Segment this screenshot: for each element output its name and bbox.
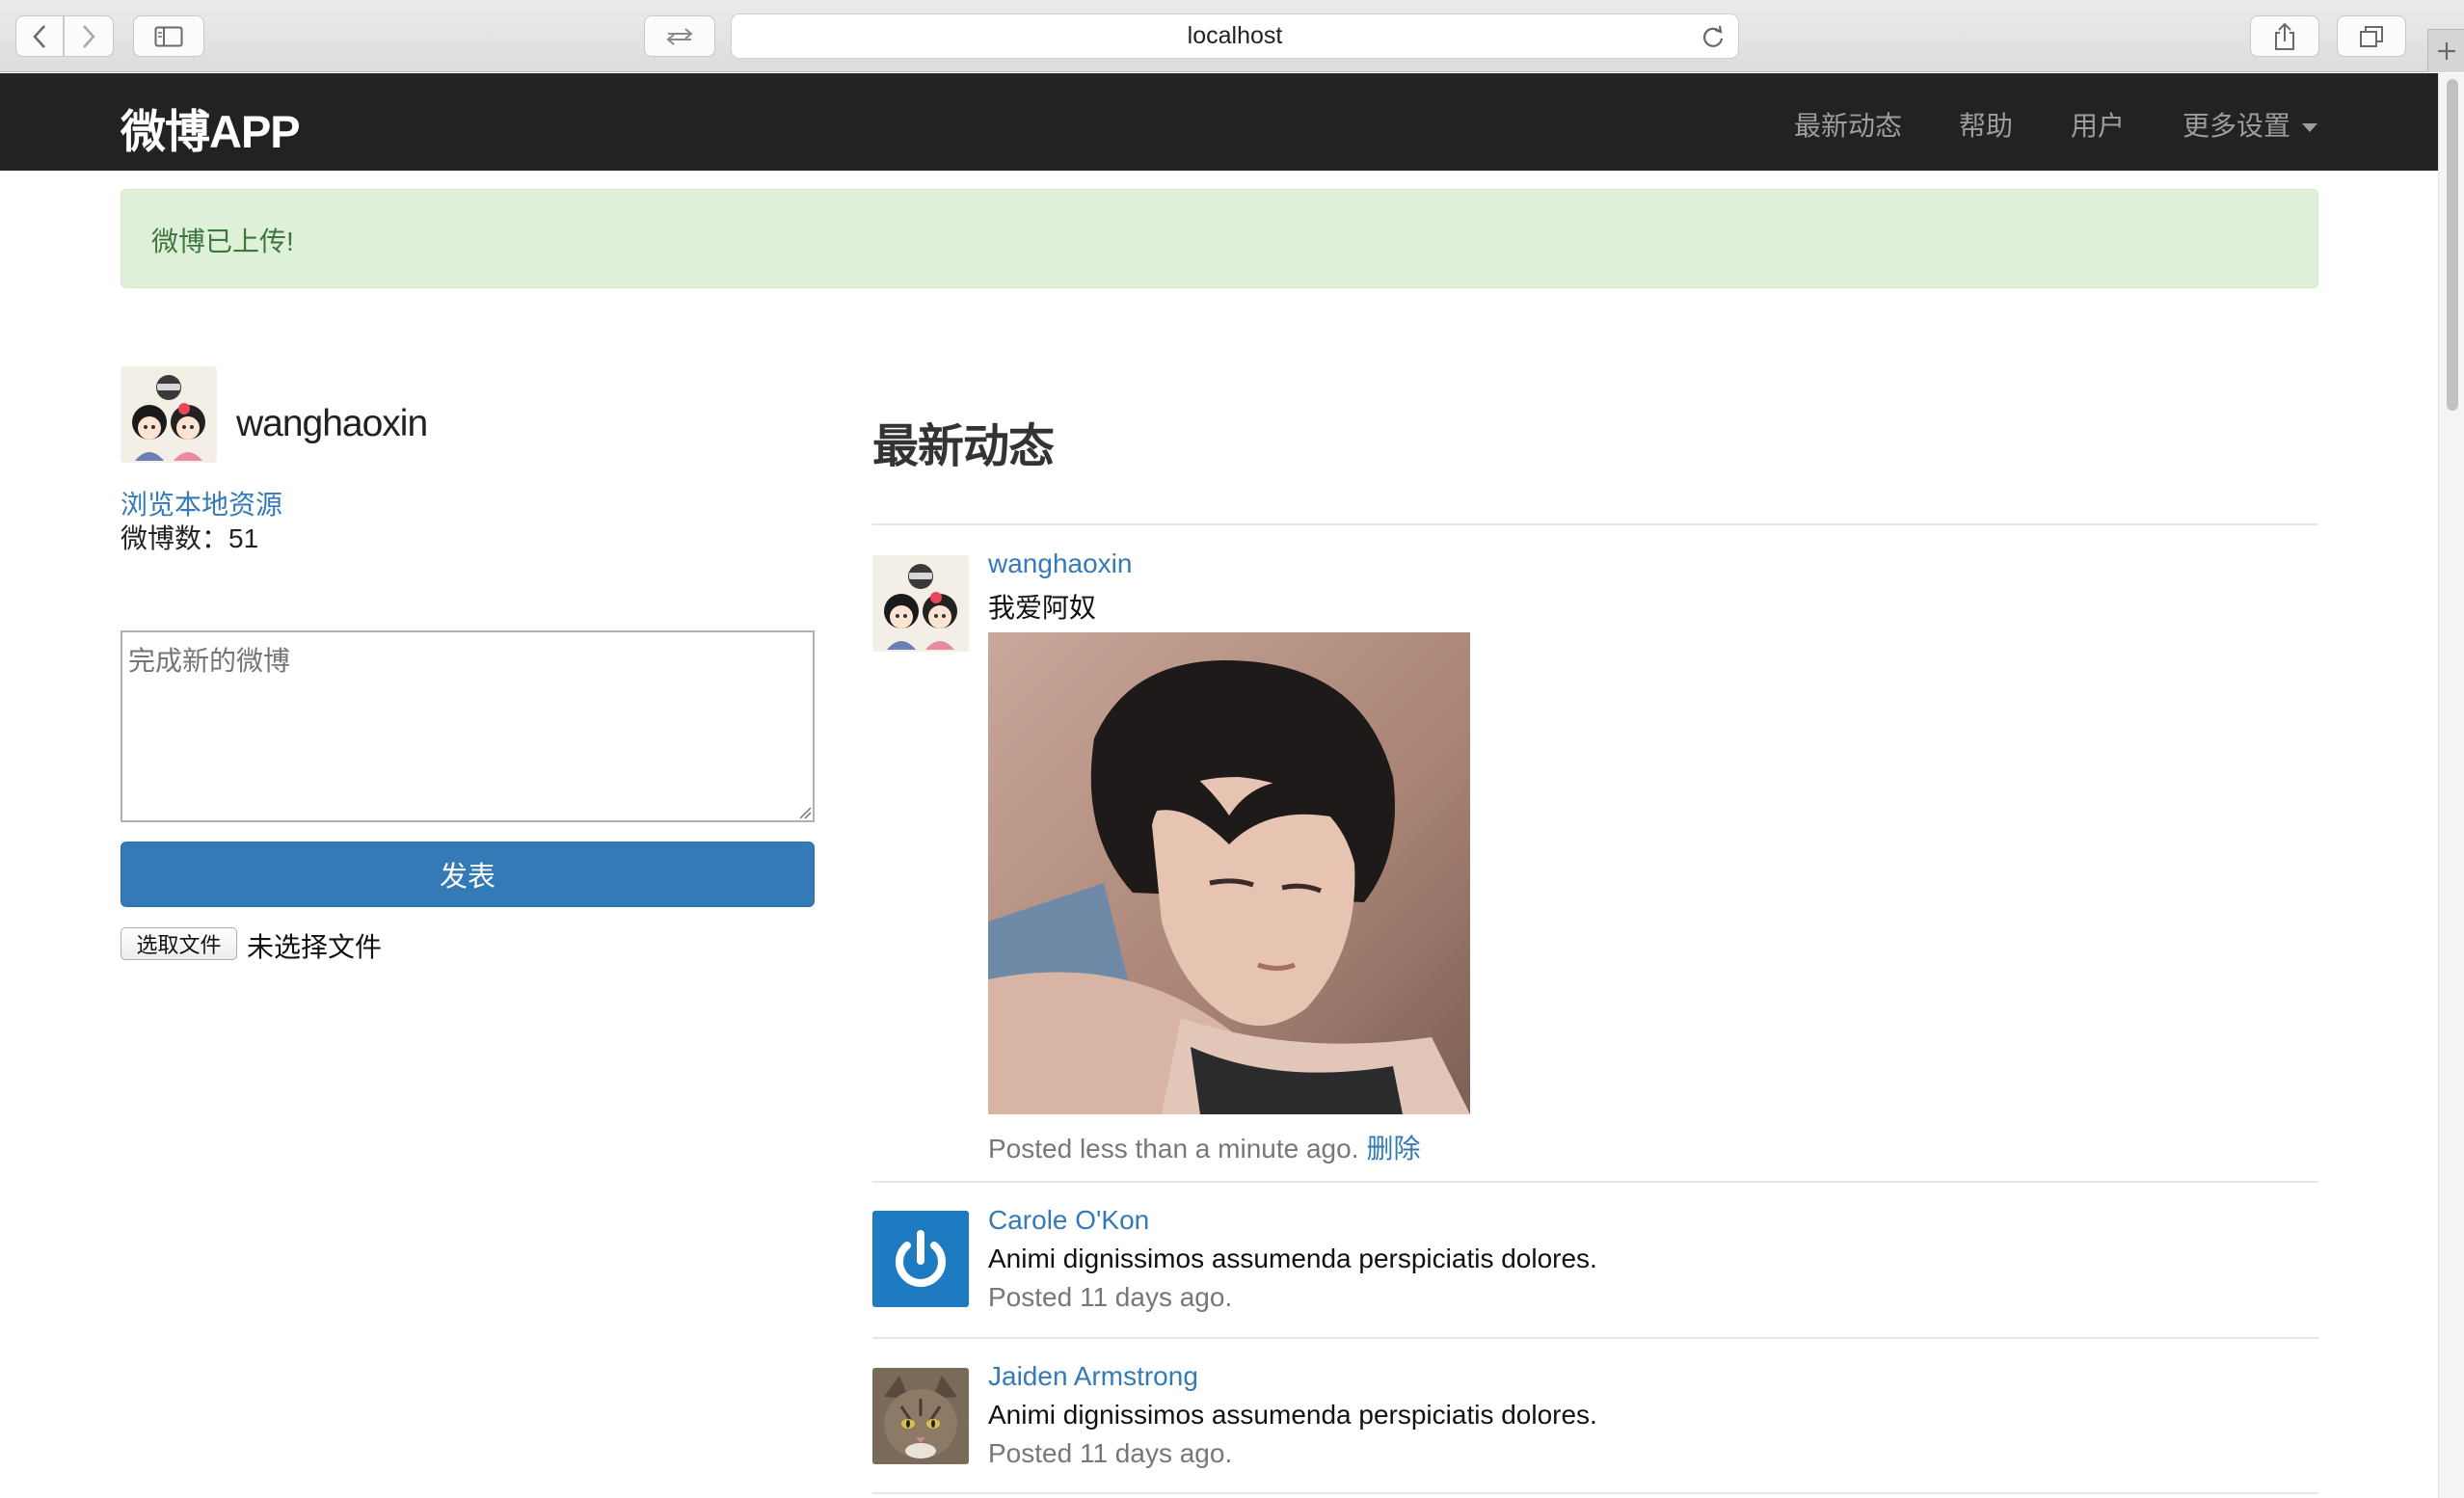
- post-username-link[interactable]: Jaiden Armstrong: [988, 1361, 1198, 1392]
- post-divider: [872, 1181, 2318, 1183]
- nav-users[interactable]: 用户: [2071, 105, 2125, 144]
- post-avatar[interactable]: [872, 1211, 969, 1307]
- post-count: 微博数：51: [121, 523, 259, 553]
- post-timestamp: Posted less than a minute ago.: [988, 1134, 1359, 1164]
- browser-toolbar: localhost: [0, 0, 2464, 72]
- address-bar[interactable]: localhost: [731, 13, 1739, 59]
- chevron-left-icon: [33, 24, 45, 48]
- post-avatar[interactable]: [872, 555, 969, 652]
- profile-username: wanghaoxin: [236, 403, 428, 444]
- post-photo[interactable]: [988, 632, 1470, 1114]
- post-timestamp: Posted 11 days ago.: [988, 1438, 1233, 1468]
- post-divider: [872, 1337, 2318, 1339]
- caret-down-icon: [2302, 123, 2318, 133]
- tabs-overview-button[interactable]: [2337, 15, 2406, 57]
- sidebar-icon: [154, 26, 183, 46]
- feed-divider: [872, 523, 2318, 525]
- more-settings-label: 更多设置: [2183, 111, 2291, 141]
- choose-file-button[interactable]: 选取文件: [121, 927, 237, 960]
- post-content: 我爱阿奴: [988, 593, 1097, 623]
- chevron-right-icon: [83, 24, 95, 48]
- forward-button[interactable]: [64, 15, 114, 57]
- brand-logo[interactable]: 微博APP: [121, 94, 301, 161]
- file-status-text: 未选择文件: [247, 932, 383, 962]
- page-scrollbar[interactable]: [2438, 73, 2464, 1498]
- new-tab-button[interactable]: [2427, 29, 2464, 72]
- reader-button[interactable]: [644, 15, 715, 57]
- feed-title: 最新动态: [872, 421, 1055, 472]
- nav-latest[interactable]: 最新动态: [1794, 105, 1902, 144]
- delete-post-link[interactable]: 删除: [1366, 1134, 1420, 1164]
- nav-help[interactable]: 帮助: [1959, 105, 2013, 144]
- post-content: Animi dignissimos assumenda perspiciatis…: [988, 1244, 1597, 1273]
- success-alert: 微博已上传!: [121, 189, 2318, 288]
- post-username-link[interactable]: Carole O'Kon: [988, 1205, 1149, 1236]
- scrollbar-thumb[interactable]: [2447, 79, 2458, 411]
- site-navbar: 微博APP 最新动态 帮助 用户 更多设置: [0, 73, 2438, 171]
- nav-more-settings-dropdown[interactable]: 更多设置: [2183, 105, 2318, 144]
- post-meta: Posted less than a minute ago. 删除: [988, 1128, 1420, 1166]
- back-button[interactable]: [15, 15, 64, 57]
- sidebar-toggle-button[interactable]: [133, 15, 204, 57]
- user-avatar[interactable]: [121, 366, 217, 463]
- post-content: Animi dignissimos assumenda perspiciatis…: [988, 1400, 1597, 1430]
- browse-local-resources-link[interactable]: 浏览本地资源: [121, 484, 282, 522]
- tabs-icon: [2360, 25, 2383, 47]
- submit-button[interactable]: 发表: [121, 842, 815, 907]
- reload-icon[interactable]: [1701, 24, 1725, 56]
- plus-icon: [2437, 42, 2455, 60]
- alert-message: 微博已上传!: [151, 227, 294, 256]
- post-avatar[interactable]: [872, 1368, 969, 1464]
- arrows-exchange-icon: [666, 27, 693, 45]
- post-divider: [872, 1492, 2318, 1494]
- share-button[interactable]: [2250, 15, 2319, 57]
- share-icon: [2275, 22, 2294, 50]
- url-text: localhost: [1187, 22, 1283, 49]
- post-timestamp: Posted 11 days ago.: [988, 1282, 1233, 1312]
- resize-grip-icon[interactable]: [796, 804, 812, 819]
- compose-textarea[interactable]: [121, 630, 815, 822]
- post-username-link[interactable]: wanghaoxin: [988, 548, 1132, 579]
